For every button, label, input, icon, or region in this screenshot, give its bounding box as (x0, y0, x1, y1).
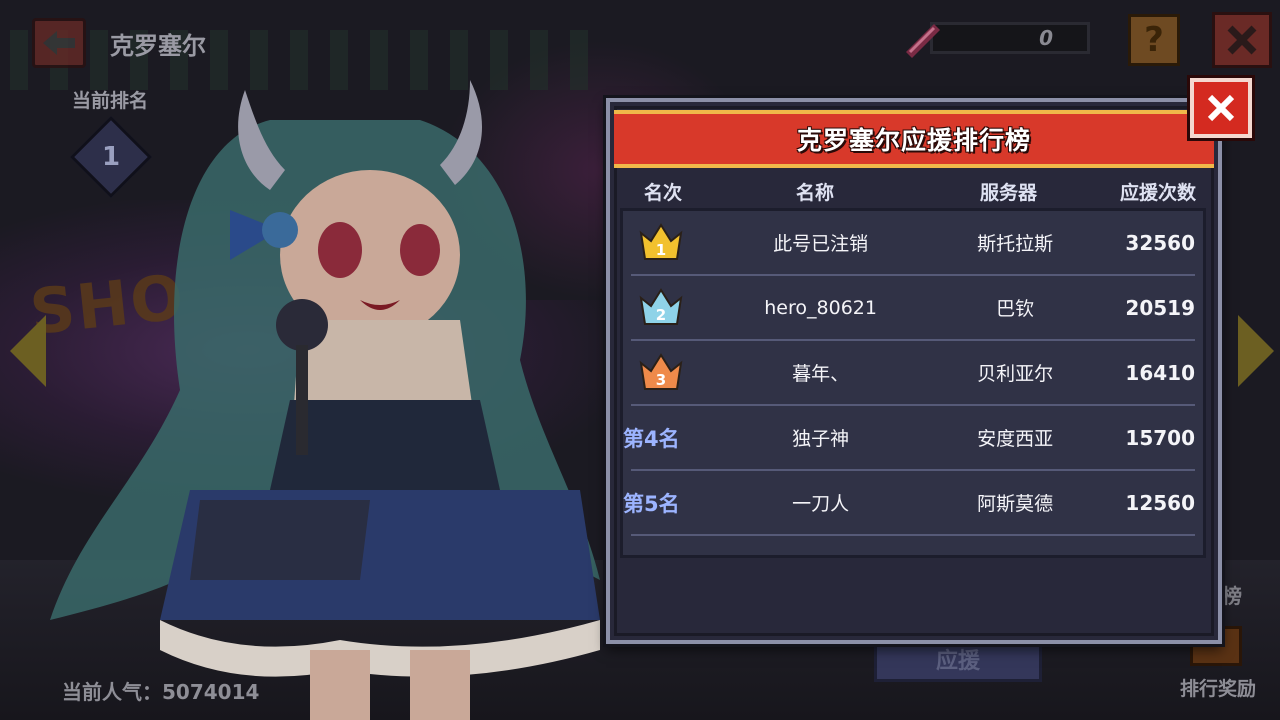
player-name: 此号已注销 (773, 233, 869, 255)
leaderboard-row: 第4名 独子神 安度西亚 15700 (623, 406, 1195, 471)
rank-cell: 3 (631, 349, 719, 397)
server-name: 安度西亚 (923, 554, 1108, 555)
rank-text: 第6名 (623, 553, 680, 556)
support-count: 20519 (1125, 295, 1195, 320)
rank-cell: 1 (631, 219, 719, 267)
previous-character-arrow[interactable] (10, 315, 46, 387)
player-name: 一刀人 (792, 493, 850, 515)
bronze-crown-icon: 3 (639, 352, 683, 390)
back-button[interactable] (32, 18, 86, 68)
player-name: hero_80621 (764, 296, 877, 319)
rank-cell: 第4名 (623, 423, 719, 453)
server-name: 斯托拉斯 (977, 233, 1054, 255)
close-leaderboard-button[interactable] (1190, 78, 1252, 138)
glowstick-icon (906, 24, 940, 58)
column-header-server: 服务器 (980, 182, 1038, 204)
leaderboard-row: 第6名白小胖安度西亚12110 (631, 536, 1195, 559)
currency-value: 0 (1039, 26, 1053, 50)
close-icon (1227, 25, 1257, 55)
rank-cell: 2 (631, 284, 719, 332)
support-count: 16410 (1125, 360, 1195, 385)
server-name: 贝利亚尔 (977, 363, 1054, 385)
leaderboard-row: 2 hero_80621 巴钦 20519 (631, 276, 1195, 341)
leaderboard-modal: 克罗塞尔应援排行榜 名次 名称 服务器 应援次数 1 此号已注销 斯托拉斯 32560… (606, 98, 1222, 644)
leaderboard-header: 克罗塞尔应援排行榜 (614, 110, 1214, 168)
player-name: 独子神 (792, 428, 850, 450)
side-ranking-label: 榜 (1222, 584, 1242, 608)
gold-crown-icon: 1 (639, 222, 683, 260)
rank-reward-label: 排行奖励 (1179, 678, 1256, 700)
leaderboard-list[interactable]: 1 此号已注销 斯托拉斯 32560 2 hero_80621 巴钦 20519 3 暮年、 贝利亚… (620, 208, 1206, 558)
crown-rank-number: 3 (656, 371, 666, 389)
server-name: 安度西亚 (977, 428, 1054, 450)
player-name: 白小胖 (719, 554, 923, 555)
support-count: 15700 (1125, 425, 1195, 450)
current-rank-value: 1 (101, 142, 121, 172)
help-button[interactable]: ? (1128, 14, 1180, 66)
rank-text: 第4名 (623, 426, 680, 451)
rank-text: 第5名 (623, 491, 680, 516)
help-icon: ? (1144, 20, 1164, 60)
next-character-arrow[interactable] (1238, 315, 1274, 387)
rank-cell: 第5名 (623, 488, 719, 518)
close-page-button[interactable] (1212, 12, 1272, 68)
crown-rank-number: 2 (656, 306, 666, 324)
server-name: 阿斯莫德 (977, 493, 1054, 515)
column-header-name: 名称 (796, 182, 835, 204)
leaderboard-row: 第5名 一刀人 阿斯莫德 12560 (623, 471, 1195, 536)
rank-cell: 第6名 (631, 553, 719, 556)
support-count: 12110 (1107, 556, 1195, 559)
currency-display: 0 (900, 18, 1095, 58)
server-name: 巴钦 (996, 298, 1035, 320)
close-icon (1207, 94, 1235, 122)
page-title: 克罗塞尔 (110, 32, 206, 60)
current-rank-label: 当前排名 (72, 90, 149, 112)
leaderboard-row: 3 暮年、 贝利亚尔 16410 (631, 341, 1195, 406)
crown-rank-number: 1 (656, 241, 666, 259)
support-count: 12560 (1125, 490, 1195, 515)
popularity-text: 当前人气：5074014 (62, 680, 260, 704)
silver-crown-icon: 2 (639, 287, 683, 325)
arrow-left-icon (43, 31, 75, 55)
leaderboard-row: 1 此号已注销 斯托拉斯 32560 (631, 211, 1195, 276)
player-name: 暮年、 (792, 363, 850, 385)
leaderboard-title: 克罗塞尔应援排行榜 (796, 126, 1031, 155)
column-header-count: 应援次数 (1120, 182, 1197, 204)
support-count: 32560 (1125, 230, 1195, 255)
column-header-rank: 名次 (644, 182, 683, 204)
